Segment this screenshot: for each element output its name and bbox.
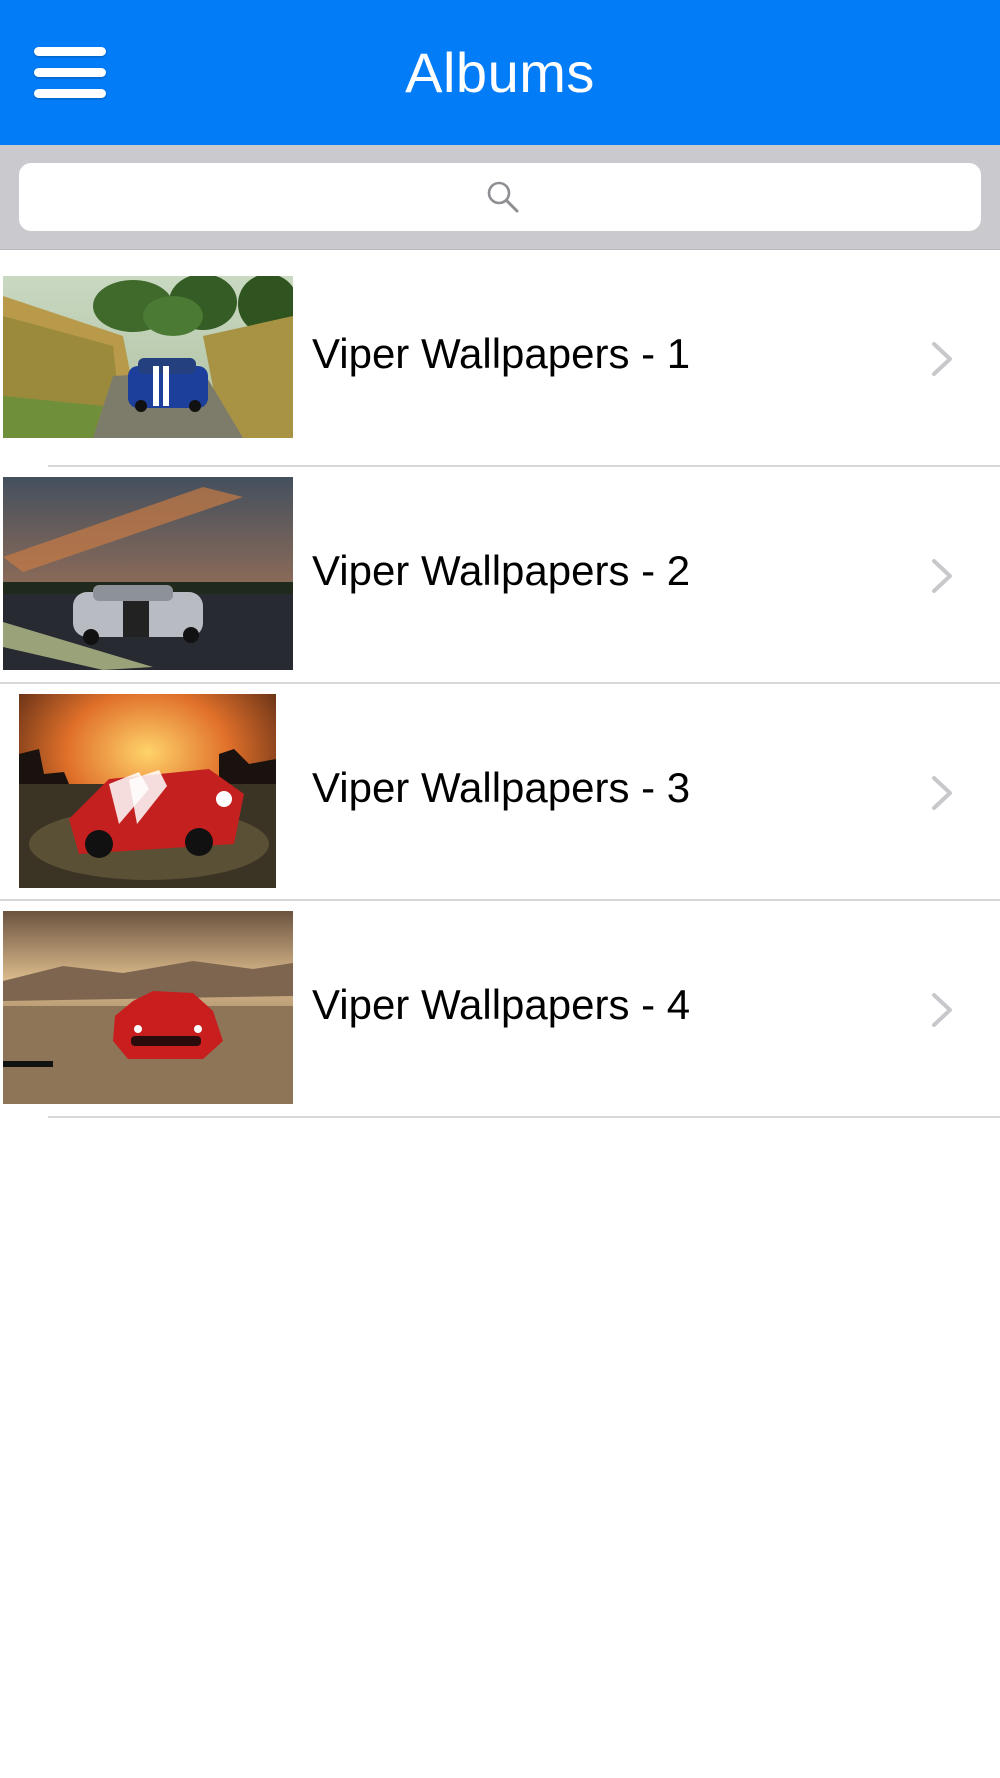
list-item[interactable]: Viper Wallpapers - 2	[0, 467, 1000, 684]
chevron-right-icon	[932, 559, 952, 593]
album-thumbnail	[3, 911, 293, 1104]
chevron-right-icon	[932, 993, 952, 1027]
chevron-right-icon	[932, 776, 952, 810]
album-title: Viper Wallpapers - 4	[312, 981, 691, 1028]
search-icon	[487, 181, 519, 213]
row-separator	[48, 1116, 1000, 1118]
chevron-right-icon	[932, 342, 952, 376]
album-thumbnail	[3, 276, 293, 438]
album-title: Viper Wallpapers - 2	[312, 547, 691, 594]
navigation-bar: Albums	[0, 0, 1000, 145]
list-item[interactable]: Viper Wallpapers - 1	[0, 250, 1000, 467]
search-field[interactable]	[19, 163, 985, 233]
list-item[interactable]: Viper Wallpapers - 4	[0, 901, 1000, 1118]
album-title: Viper Wallpapers - 3	[312, 764, 691, 811]
search-bar	[0, 145, 1000, 250]
album-thumbnail	[19, 694, 276, 888]
list-item[interactable]: Viper Wallpapers - 3	[0, 684, 1000, 901]
album-thumbnail	[3, 477, 293, 670]
album-title: Viper Wallpapers - 1	[312, 330, 691, 377]
page-title: Albums	[405, 41, 595, 104]
